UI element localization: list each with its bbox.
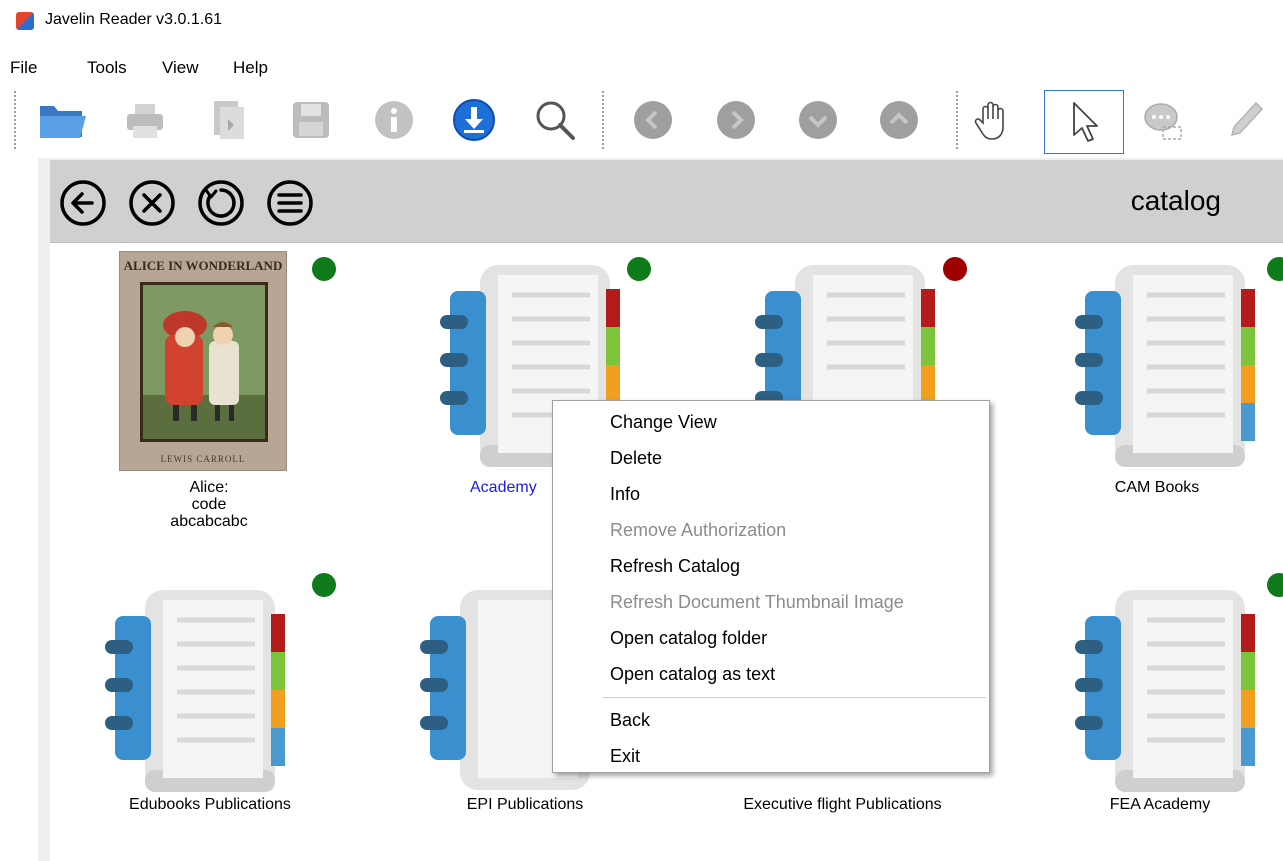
left-arrow-circle-icon	[634, 101, 672, 139]
up-arrow-circle-icon	[880, 101, 918, 139]
open-folder-icon	[40, 106, 86, 138]
highlighter-tool-button[interactable]	[1218, 92, 1274, 148]
catalog-header: catalog	[50, 160, 1283, 242]
menu-separator	[603, 697, 986, 698]
menu-lines-icon[interactable]	[265, 178, 315, 228]
toolbar-grip[interactable]	[14, 90, 16, 150]
annotation-tool-button[interactable]	[1136, 92, 1192, 148]
tile-label-executive-flight: Executive flight Publications	[743, 796, 942, 813]
tile-label-fea-academy: FEA Academy	[1109, 796, 1211, 813]
menu-file[interactable]: File	[10, 58, 37, 78]
book-cover-image: ALICE IN WONDERLAND LEWIS CARROLL	[119, 251, 287, 471]
add-document-button[interactable]	[200, 92, 256, 148]
title-bar: Javelin Reader v3.0.1.61	[0, 0, 1283, 44]
menu-help[interactable]: Help	[233, 58, 268, 78]
cover-title-text: ALICE IN WONDERLAND	[123, 258, 283, 273]
right-arrow-circle-icon	[717, 101, 755, 139]
window-title: Javelin Reader v3.0.1.61	[45, 11, 222, 28]
cover-illustration	[140, 282, 268, 442]
menu-item-open-catalog-as-text[interactable]: Open catalog as text	[610, 659, 775, 689]
binder-catalog-icon	[1075, 590, 1255, 792]
catalog-tile-alice[interactable]: ALICE IN WONDERLAND LEWIS CARROLL Alice:…	[50, 243, 336, 543]
tile-label-text: Alice: code abcabcabc	[170, 479, 248, 530]
hand-icon	[974, 101, 1004, 140]
javelin-app-icon	[16, 12, 34, 30]
save-button[interactable]	[283, 92, 339, 148]
arrow-cursor-icon	[1073, 102, 1098, 142]
printer-icon	[127, 104, 163, 138]
catalog-tile-cam-books[interactable]: CAM Books	[1035, 243, 1283, 543]
status-dot-green	[312, 573, 336, 597]
down-arrow-circle-icon	[799, 101, 837, 139]
menu-view[interactable]: View	[162, 58, 199, 78]
refresh-icon[interactable]	[196, 178, 246, 228]
menu-item-exit[interactable]: Exit	[610, 741, 640, 771]
cover-author-text: LEWIS CARROLL	[160, 454, 246, 464]
scroll-down-button[interactable]	[790, 92, 846, 148]
menu-item-refresh-catalog[interactable]: Refresh Catalog	[610, 551, 740, 581]
toolbar	[0, 86, 1283, 158]
select-tool-button[interactable]	[1044, 90, 1124, 154]
status-dot-red	[943, 257, 967, 281]
floppy-disk-icon	[293, 102, 329, 138]
catalog-tile-edubooks[interactable]: Edubooks Publications	[85, 568, 336, 861]
context-menu: Change View Delete Info Remove Authoriza…	[552, 400, 990, 773]
menu-item-info[interactable]: Info	[610, 479, 640, 509]
catalog-title: catalog	[1130, 185, 1221, 216]
comment-bubble-icon	[1144, 103, 1182, 140]
tile-label-alice: Alice: code abcabcabc	[84, 479, 334, 530]
menu-item-open-catalog-folder[interactable]: Open catalog folder	[610, 623, 767, 653]
menu-item-delete[interactable]: Delete	[610, 443, 662, 473]
status-dot-green	[312, 257, 336, 281]
download-icon	[453, 99, 495, 141]
info-button[interactable]	[366, 92, 422, 148]
menu-item-back[interactable]: Back	[610, 705, 650, 735]
catalog-tile-fea-academy[interactable]: FEA Academy	[1035, 568, 1283, 861]
hand-tool-button[interactable]	[965, 92, 1021, 148]
tile-label-epi: EPI Publications	[466, 796, 584, 813]
status-dot-green	[1267, 573, 1283, 597]
close-x-icon[interactable]	[127, 178, 177, 228]
tile-label-cam-books: CAM Books	[1114, 479, 1200, 496]
toolbar-grip[interactable]	[602, 90, 604, 150]
tile-label-edubooks: Edubooks Publications	[129, 796, 291, 813]
info-icon	[375, 101, 413, 139]
open-folder-button[interactable]	[34, 92, 90, 148]
menu-item-remove-authorization: Remove Authorization	[610, 520, 787, 540]
search-button[interactable]	[527, 92, 583, 148]
binder-catalog-icon	[1075, 265, 1255, 467]
status-dot-green	[627, 257, 651, 281]
pencil-icon	[1230, 101, 1264, 137]
previous-page-button[interactable]	[625, 92, 681, 148]
magnifier-icon	[536, 101, 575, 140]
print-button[interactable]	[117, 92, 173, 148]
scroll-up-button[interactable]	[871, 92, 927, 148]
menu-item-refresh-thumbnail: Refresh Document Thumbnail Image	[610, 592, 904, 612]
toolbar-grip[interactable]	[956, 90, 958, 150]
menu-bar: File Tools View Help	[0, 52, 1283, 82]
download-button[interactable]	[446, 92, 502, 148]
binder-catalog-icon	[105, 590, 285, 792]
next-page-button[interactable]	[708, 92, 764, 148]
menu-tools[interactable]: Tools	[87, 58, 127, 78]
add-document-icon	[214, 101, 244, 139]
menu-item-change-view[interactable]: Change View	[610, 407, 717, 437]
back-arrow-icon[interactable]	[58, 178, 108, 228]
status-dot-green	[1267, 257, 1283, 281]
